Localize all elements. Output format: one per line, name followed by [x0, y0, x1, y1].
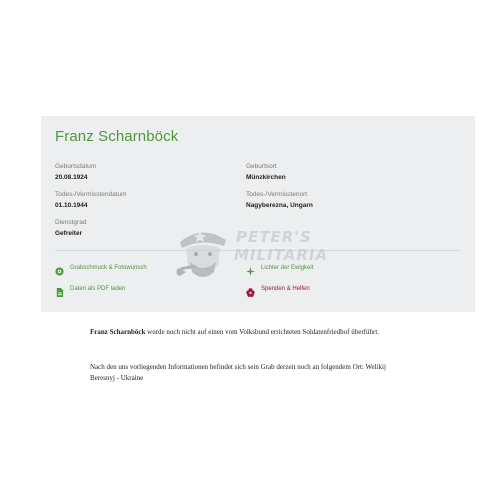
soldier-portrait-icon — [176, 231, 226, 277]
rank-value: Gefreiter — [55, 230, 83, 237]
donate-link[interactable]: Spenden & Helfen — [246, 284, 310, 297]
birth-place-value: Münzkirchen — [246, 174, 286, 181]
pdf-download-label: Daten als PDF laden — [70, 285, 126, 292]
death-date-value: 01.10.1944 — [55, 202, 88, 209]
death-date-label: Todes-/Vermisstendatum — [55, 191, 127, 198]
flower-icon — [55, 263, 64, 276]
person-name: Franz Scharnböck — [55, 128, 179, 145]
death-place-field: Todes-/Vermisstenort Nagyberezna, Ungarn — [246, 191, 313, 210]
watermark-line1: PETER'S — [236, 228, 312, 246]
death-place-value: Nagyberezna, Ungarn — [246, 202, 313, 209]
grave-decoration-label: Grabschmuck & Fotowunsch — [70, 264, 147, 271]
transfer-note: Franz Scharnböck wurde noch nicht auf ei… — [90, 327, 410, 338]
rank-field: Dienstgrad Gefreiter — [55, 219, 86, 238]
transfer-note-text: wurde noch nicht auf einen vom Volksbund… — [145, 328, 380, 336]
death-date-field: Todes-/Vermisstendatum 01.10.1944 — [55, 191, 127, 210]
rank-label: Dienstgrad — [55, 219, 87, 226]
donate-label: Spenden & Helfen — [261, 285, 310, 292]
birth-date-label: Geburtsdatum — [55, 163, 97, 170]
birth-date-field: Geburtsdatum 20.08.1924 — [55, 163, 96, 182]
grave-record-card: Franz Scharnböck Geburtsdatum 20.08.1924… — [41, 116, 475, 312]
grave-location-note: Nach den uns vorliegenden Informationen … — [90, 363, 386, 382]
donate-flower-icon — [246, 284, 255, 297]
birth-date-value: 20.08.1924 — [55, 174, 88, 181]
pdf-download-link[interactable]: Daten als PDF laden — [55, 284, 126, 297]
death-place-label: Todes-/Vermisstenort — [246, 191, 308, 198]
watermark-logo: PETER'S MILITARIA — [172, 222, 327, 282]
watermark-line2: MILITARIA — [234, 246, 329, 264]
transfer-note-name: Franz Scharnböck — [90, 328, 146, 336]
grave-decoration-link[interactable]: Grabschmuck & Fotowunsch — [55, 263, 147, 276]
birth-place-label: Geburtsort — [246, 163, 277, 170]
birth-place-field: Geburtsort Münzkirchen — [246, 163, 286, 182]
pdf-file-icon — [55, 284, 64, 297]
